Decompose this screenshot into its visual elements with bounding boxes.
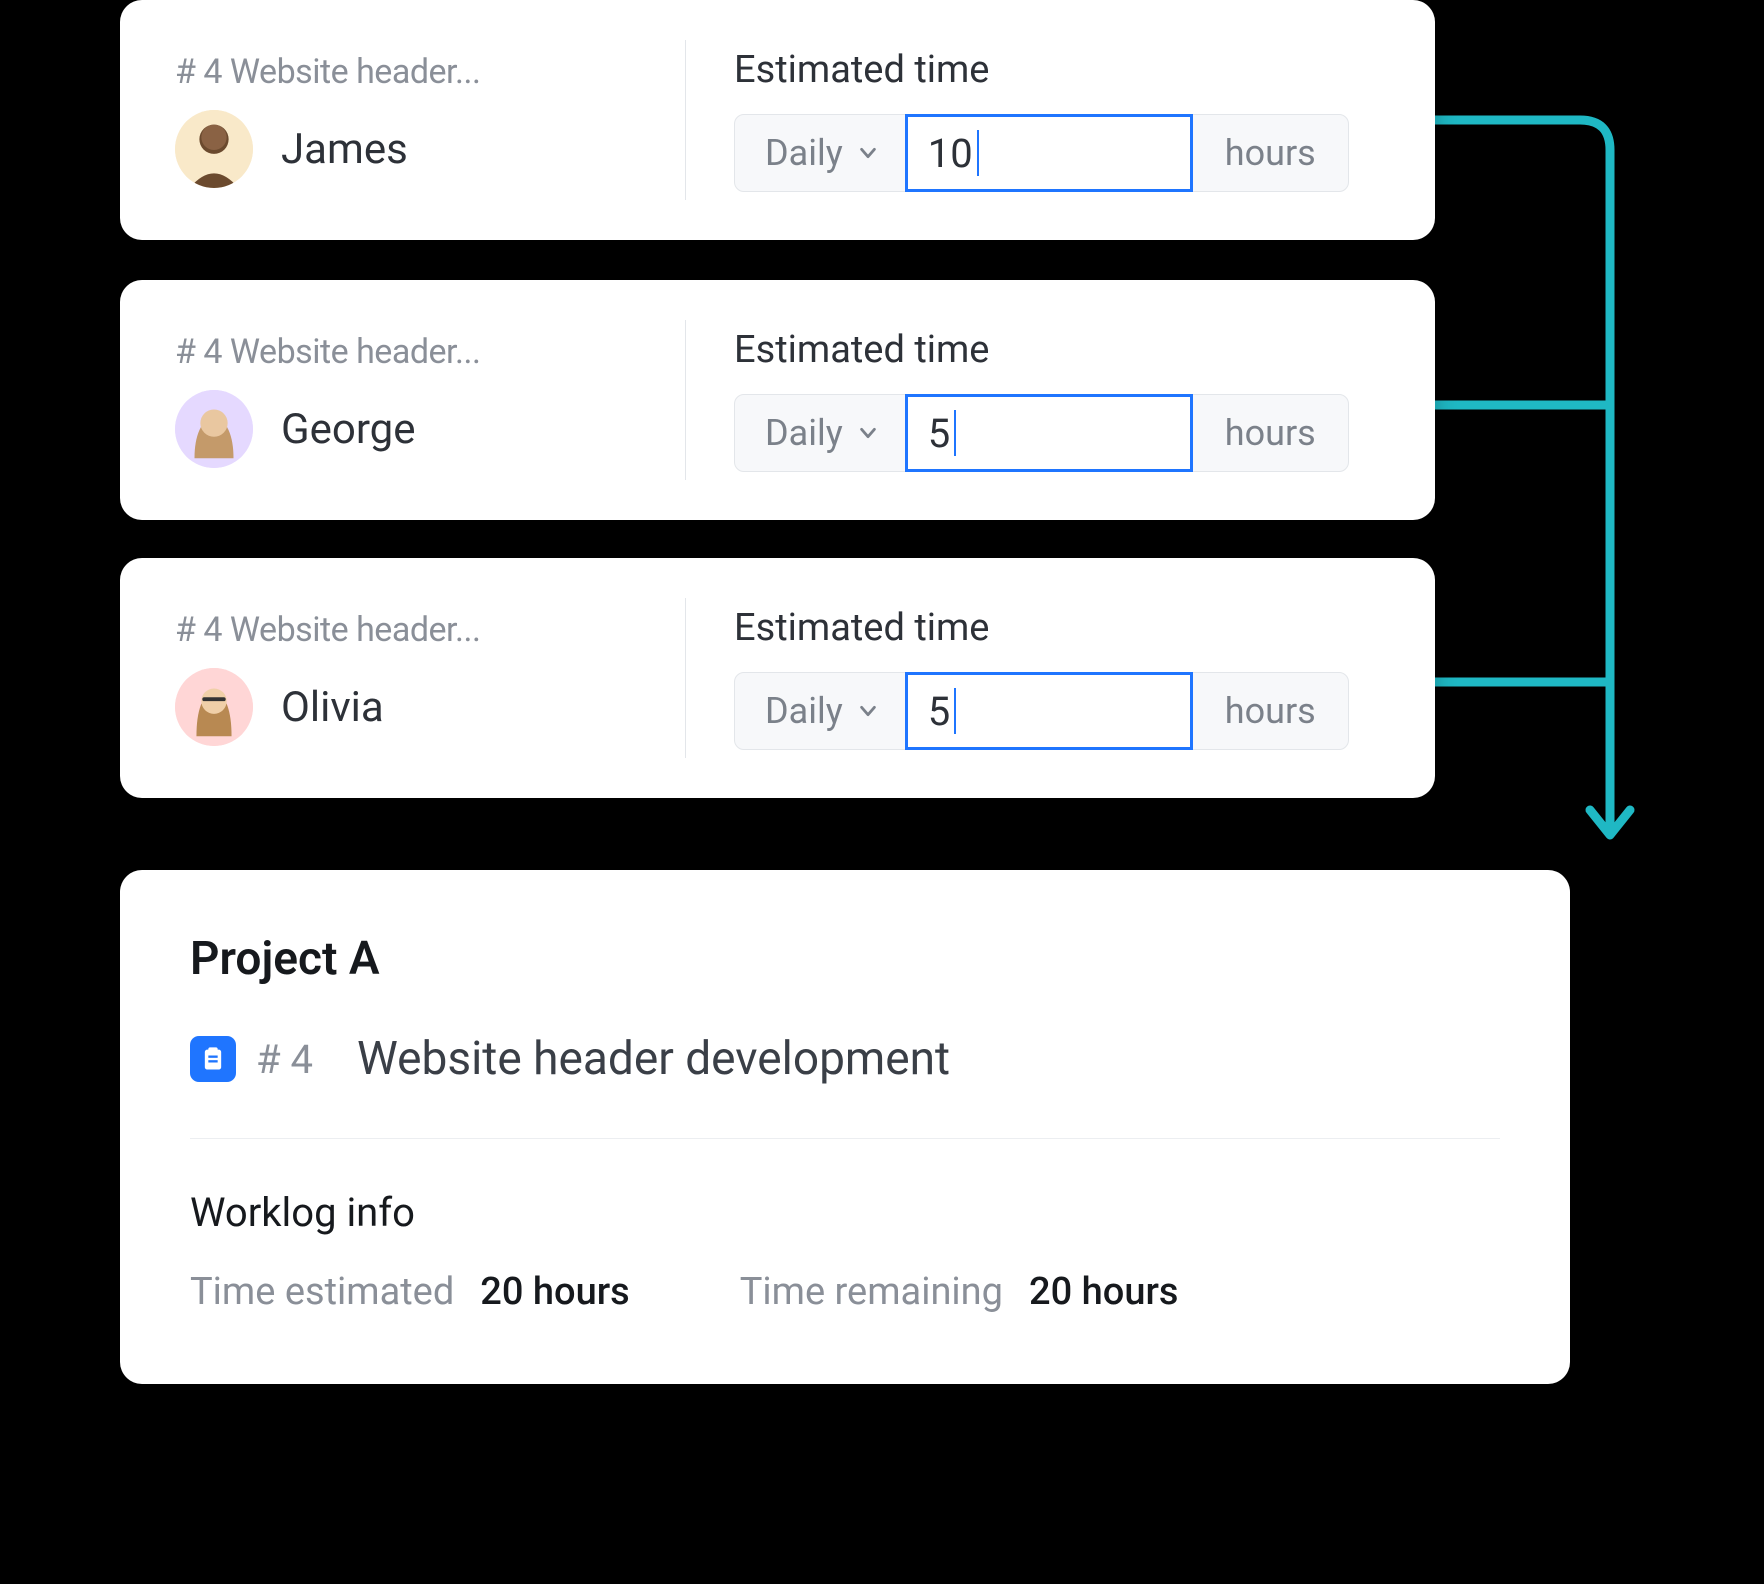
avatar	[175, 390, 253, 468]
time-unit: hours	[1192, 394, 1349, 472]
frequency-select[interactable]: Daily	[734, 394, 906, 472]
time-input[interactable]: 5	[905, 672, 1193, 750]
person-name: George	[281, 405, 416, 454]
task-id: # 4	[256, 1036, 313, 1083]
estimated-time-label: Estimated time	[734, 48, 1385, 92]
avatar	[175, 668, 253, 746]
task-line: # 4 Website header development	[190, 1032, 1500, 1139]
task-title: # 4 Website header...	[175, 332, 685, 372]
clipboard-icon	[190, 1036, 236, 1082]
text-cursor	[977, 130, 979, 176]
time-value: 5	[928, 410, 950, 457]
time-remaining-label: Time remaining	[740, 1270, 1003, 1314]
person-name: Olivia	[281, 683, 384, 732]
task-name: Website header development	[357, 1032, 950, 1086]
time-value: 10	[928, 130, 973, 177]
time-input[interactable]: 5	[905, 394, 1193, 472]
time-input[interactable]: 10	[905, 114, 1193, 192]
frequency-select[interactable]: Daily	[734, 672, 906, 750]
estimated-time-label: Estimated time	[734, 606, 1385, 650]
frequency-value: Daily	[765, 132, 843, 174]
time-estimated-value: 20 hours	[480, 1270, 629, 1314]
frequency-value: Daily	[765, 412, 843, 454]
time-unit: hours	[1192, 672, 1349, 750]
worklog-row: Time estimated 20 hours Time remaining 2…	[190, 1270, 1500, 1314]
flow-connector	[1430, 110, 1670, 870]
text-cursor	[954, 688, 956, 734]
chevron-down-icon	[857, 142, 879, 164]
chevron-down-icon	[857, 700, 879, 722]
worklog-title: Worklog info	[190, 1189, 1500, 1236]
avatar	[175, 110, 253, 188]
time-unit: hours	[1192, 114, 1349, 192]
task-card: # 4 Website header... James Estimated ti…	[120, 0, 1435, 240]
estimated-time-label: Estimated time	[734, 328, 1385, 372]
person-name: James	[281, 125, 408, 174]
frequency-value: Daily	[765, 690, 843, 732]
chevron-down-icon	[857, 422, 879, 444]
frequency-select[interactable]: Daily	[734, 114, 906, 192]
task-card: # 4 Website header... Olivia Estimated t…	[120, 558, 1435, 798]
project-summary-card: Project A # 4 Website header development…	[120, 870, 1570, 1384]
project-name: Project A	[190, 932, 1500, 986]
time-remaining-value: 20 hours	[1029, 1270, 1178, 1314]
task-title: # 4 Website header...	[175, 610, 685, 650]
task-card: # 4 Website header... George Estimated t…	[120, 280, 1435, 520]
text-cursor	[954, 410, 956, 456]
time-estimated-label: Time estimated	[190, 1270, 454, 1314]
time-value: 5	[928, 688, 950, 735]
task-title: # 4 Website header...	[175, 52, 685, 92]
